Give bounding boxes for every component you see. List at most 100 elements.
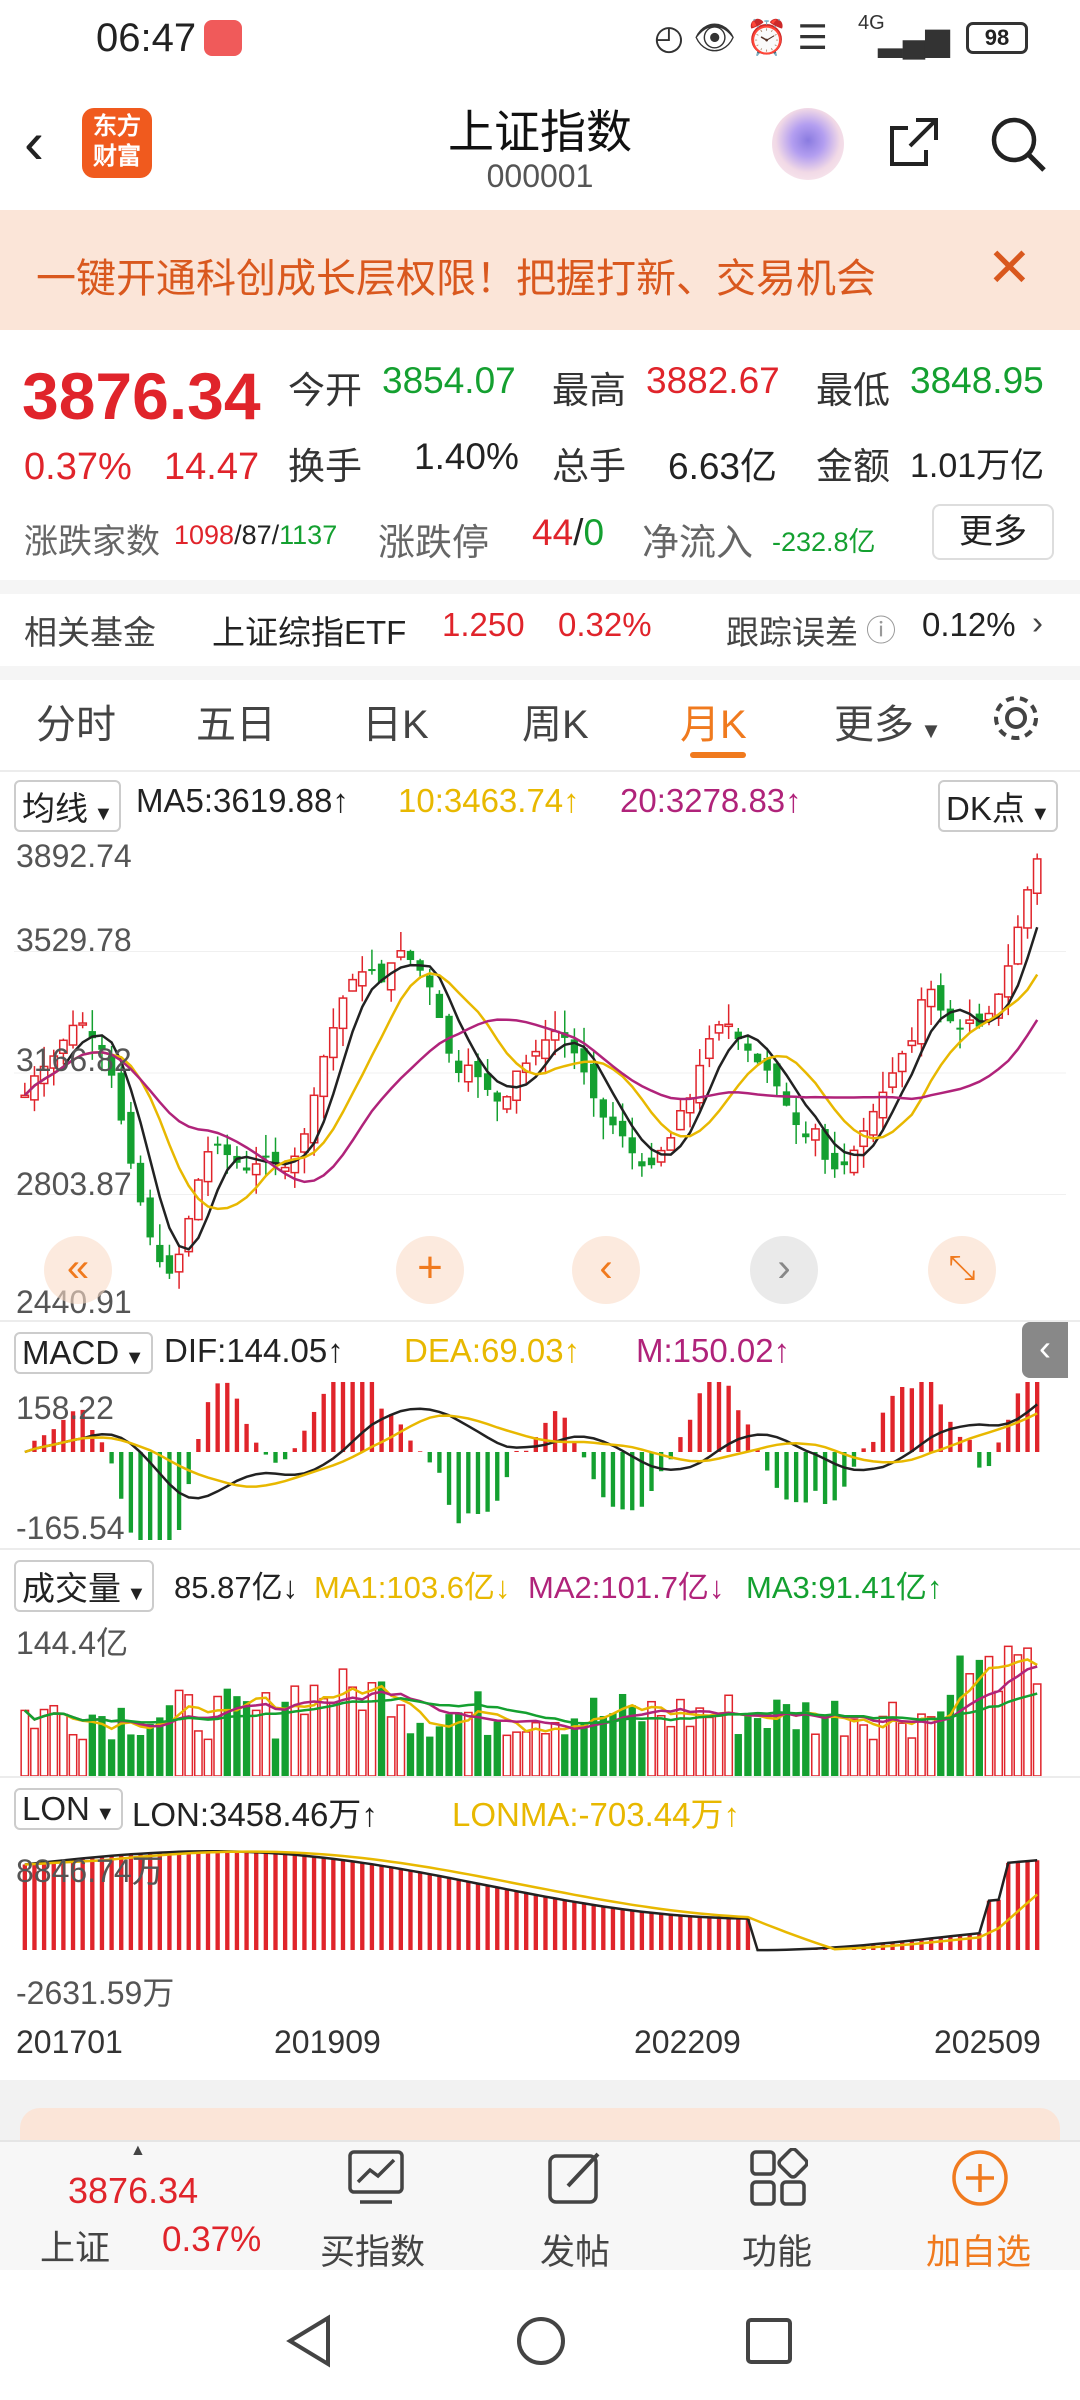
nav-back-icon[interactable] xyxy=(284,2314,334,2368)
tab-more[interactable]: 更多 ▼ xyxy=(834,692,942,750)
volume-bar xyxy=(483,1734,492,1776)
chart-icon[interactable] xyxy=(346,2148,406,2208)
volume-bar xyxy=(531,1721,541,1776)
help-icon[interactable]: ⓘ xyxy=(866,606,896,650)
fullscreen-icon[interactable]: ⤡ xyxy=(928,1236,996,1304)
bottom-index-pct[interactable]: 0.37% xyxy=(162,2220,261,2260)
lon-line xyxy=(24,1850,1038,1952)
collapse-tab-icon[interactable]: ‹ xyxy=(1022,1322,1068,1378)
volume-bar xyxy=(39,1708,49,1776)
volume-bar xyxy=(550,1721,560,1776)
volume-bar xyxy=(590,1697,598,1776)
volume-bar xyxy=(367,1682,377,1776)
volume-bar xyxy=(319,1697,329,1776)
candle-body xyxy=(590,1063,598,1099)
candle-body xyxy=(802,1133,810,1138)
amount-value: 1.01万亿 xyxy=(910,447,1045,485)
close-icon[interactable]: ✕ xyxy=(987,236,1032,299)
candle-body xyxy=(676,1110,685,1131)
ma-selector[interactable]: 均线 ▼ xyxy=(14,780,122,832)
zoom-in-icon[interactable]: + xyxy=(396,1236,464,1304)
candle-body xyxy=(618,1120,627,1137)
lonma-legend: LONMA:-703.44万↑ xyxy=(452,1796,740,1833)
gear-icon[interactable] xyxy=(988,690,1044,746)
candle-body xyxy=(396,950,406,958)
tab-weekly-k[interactable]: 周K xyxy=(522,692,589,750)
tab-five-day[interactable]: 五日 xyxy=(196,692,276,750)
x-tick: 202209 xyxy=(634,2024,741,2060)
volume-bar xyxy=(917,1713,926,1776)
nav-recents-icon[interactable] xyxy=(744,2316,794,2366)
volume-bar xyxy=(30,1727,39,1776)
function-button[interactable]: 功能 xyxy=(742,2224,812,2275)
volume-bar xyxy=(435,1726,444,1776)
x-tick: 201701 xyxy=(16,2024,123,2060)
buy-index-button[interactable]: 买指数 xyxy=(320,2224,425,2275)
candle-body xyxy=(965,1019,975,1025)
high-value: 3882.67 xyxy=(646,360,780,401)
lon-selector-label: LON xyxy=(22,1790,90,1827)
nav-home-icon[interactable] xyxy=(514,2314,568,2368)
share-icon[interactable] xyxy=(886,114,942,170)
tab-monthly-k[interactable]: 月K xyxy=(680,692,747,750)
tab-daily-k[interactable]: 日K xyxy=(362,692,429,750)
fund-name[interactable]: 上证综指ETF xyxy=(212,606,406,654)
candle-body xyxy=(628,1137,636,1154)
ma20-legend: 20:3278.83↑ xyxy=(620,782,802,819)
candle-body xyxy=(1003,965,1013,998)
dea-legend: DEA:69.03↑ xyxy=(404,1332,581,1369)
kline-chart[interactable] xyxy=(14,830,1066,1316)
ma20-value: 20:3278.83 xyxy=(620,782,786,819)
volume-bar xyxy=(58,1713,68,1776)
grid-icon[interactable] xyxy=(748,2148,808,2208)
post-button[interactable]: 发帖 xyxy=(540,2224,610,2275)
chevron-left-icon[interactable]: ‹ xyxy=(572,1236,640,1304)
lonma-line xyxy=(24,1850,1039,1951)
volume-bar xyxy=(445,1714,453,1776)
tab-intraday[interactable]: 分时 xyxy=(36,692,116,750)
volume-bar xyxy=(744,1714,752,1776)
candle-body xyxy=(609,1116,617,1126)
more-button[interactable]: 更多 xyxy=(932,504,1054,560)
volume-selector[interactable]: 成交量 ▼ xyxy=(14,1560,155,1612)
macd-line xyxy=(24,1403,1038,1500)
volume-bar xyxy=(704,1716,714,1776)
search-icon[interactable] xyxy=(988,114,1048,174)
volume-bar xyxy=(638,1721,646,1776)
candle-body xyxy=(328,1027,338,1059)
dk-button[interactable]: DK点 ▼ xyxy=(938,780,1059,832)
lon-selector[interactable]: LON ▼ xyxy=(14,1788,124,1830)
vol-ma1-legend: MA1:103.6亿↓ xyxy=(314,1570,511,1605)
chevron-right-icon[interactable]: › xyxy=(1032,604,1043,642)
candle-body xyxy=(242,1167,251,1171)
header: ‹ 东方 财富 上证指数 000001 xyxy=(0,78,1080,210)
volume-bar xyxy=(1032,1683,1042,1776)
candle-body xyxy=(840,1161,849,1166)
bottom-index-price[interactable]: 3876.34 xyxy=(68,2170,198,2212)
divider xyxy=(0,666,1080,680)
volume-bar xyxy=(849,1718,859,1776)
add-watchlist-button[interactable]: 加自选 xyxy=(926,2224,1031,2275)
candle-body xyxy=(937,985,945,1011)
volume-bar xyxy=(396,1704,406,1776)
volume-bar xyxy=(541,1732,550,1776)
volume-bar xyxy=(49,1704,59,1776)
edit-icon[interactable] xyxy=(546,2148,606,2208)
battery-icon: 98 xyxy=(966,22,1028,54)
macd-selector[interactable]: MACD ▼ xyxy=(14,1332,153,1374)
netflow-value: -232.8亿 xyxy=(772,527,876,557)
assistant-avatar[interactable] xyxy=(772,108,844,180)
volume-value: 6.63亿 xyxy=(668,446,778,487)
candle-body xyxy=(300,1133,309,1153)
volume-bar xyxy=(165,1705,174,1776)
promo-banner[interactable]: 一键开通科创成长层权限！把握打新、交易机会 ✕ xyxy=(0,210,1080,330)
bottom-index-name[interactable]: 上证 xyxy=(40,2220,110,2271)
rewind-icon[interactable]: « xyxy=(44,1236,112,1304)
volume-bar xyxy=(685,1725,695,1776)
candle-body xyxy=(463,1064,473,1083)
candle-body xyxy=(744,1043,752,1051)
add-circle-icon[interactable] xyxy=(950,2148,1010,2208)
signal-icon: ▂▄▆ xyxy=(878,21,950,57)
chevron-right-icon[interactable]: › xyxy=(750,1236,818,1304)
amount-label: 金额 xyxy=(816,446,890,487)
